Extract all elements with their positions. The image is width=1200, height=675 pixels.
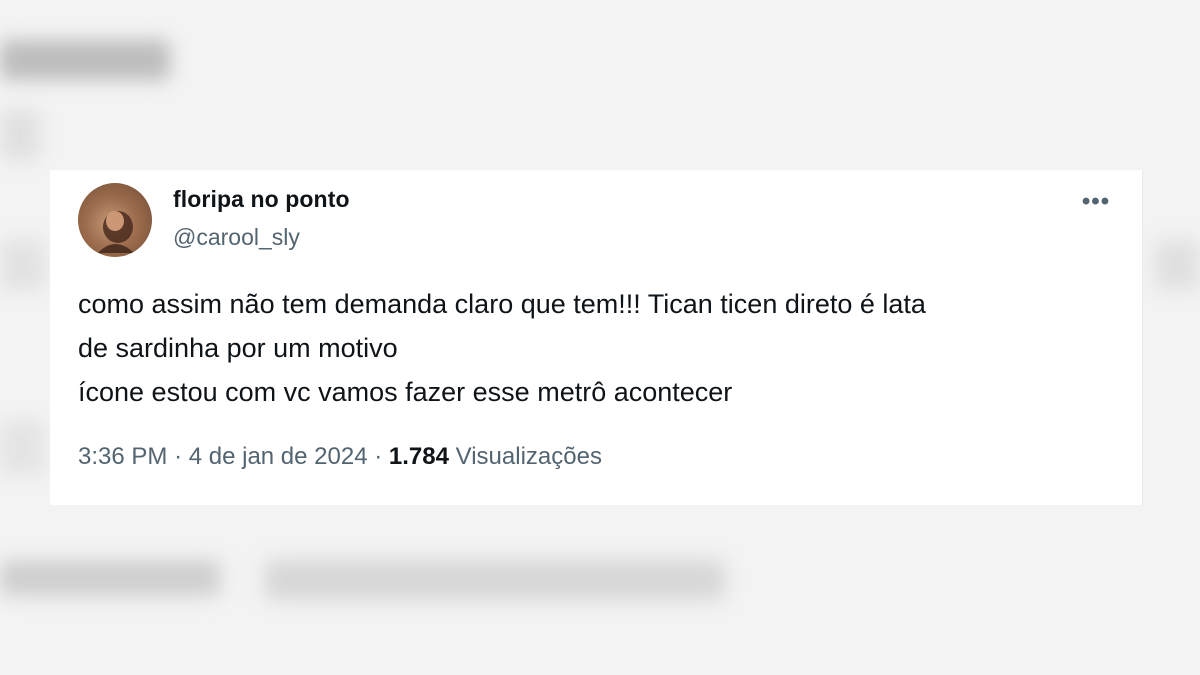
tweet-text-line: como assim não tem demanda claro que tem… [78,289,926,319]
separator: · [374,443,383,470]
blurred-background-block [0,110,40,160]
blurred-background-text [0,560,220,596]
display-name[interactable]: floripa no ponto [173,186,350,213]
tweet-time[interactable]: 3:36 PM [78,443,167,470]
user-handle[interactable]: @carool_sly [173,224,300,251]
tweet-text-line: ícone estou com vc vamos fazer esse metr… [78,377,733,407]
blurred-background-block [0,420,45,475]
avatar-image-icon [98,211,134,253]
more-options-button[interactable]: ••• [1076,188,1116,216]
more-horizontal-icon: ••• [1081,188,1111,215]
tweet-date[interactable]: 4 de jan de 2024 [189,443,368,470]
blurred-background-text [0,40,170,80]
views-count: 1.784 [388,443,449,470]
blurred-background-block [0,240,45,290]
tweet-text-line: de sardinha por um motivo [78,333,398,363]
tweet-card[interactable]: floripa no ponto @carool_sly ••• como as… [50,170,1143,505]
blurred-background-text [265,560,725,600]
avatar[interactable] [78,183,152,257]
views-label: Visualizações [455,443,602,470]
tweet-text: como assim não tem demanda claro que tem… [78,282,1118,414]
tweet-metadata: 3:36 PM · 4 de jan de 2024 · 1.784 Visua… [78,443,602,471]
blurred-background-block [1155,240,1200,290]
separator: · [174,443,183,470]
